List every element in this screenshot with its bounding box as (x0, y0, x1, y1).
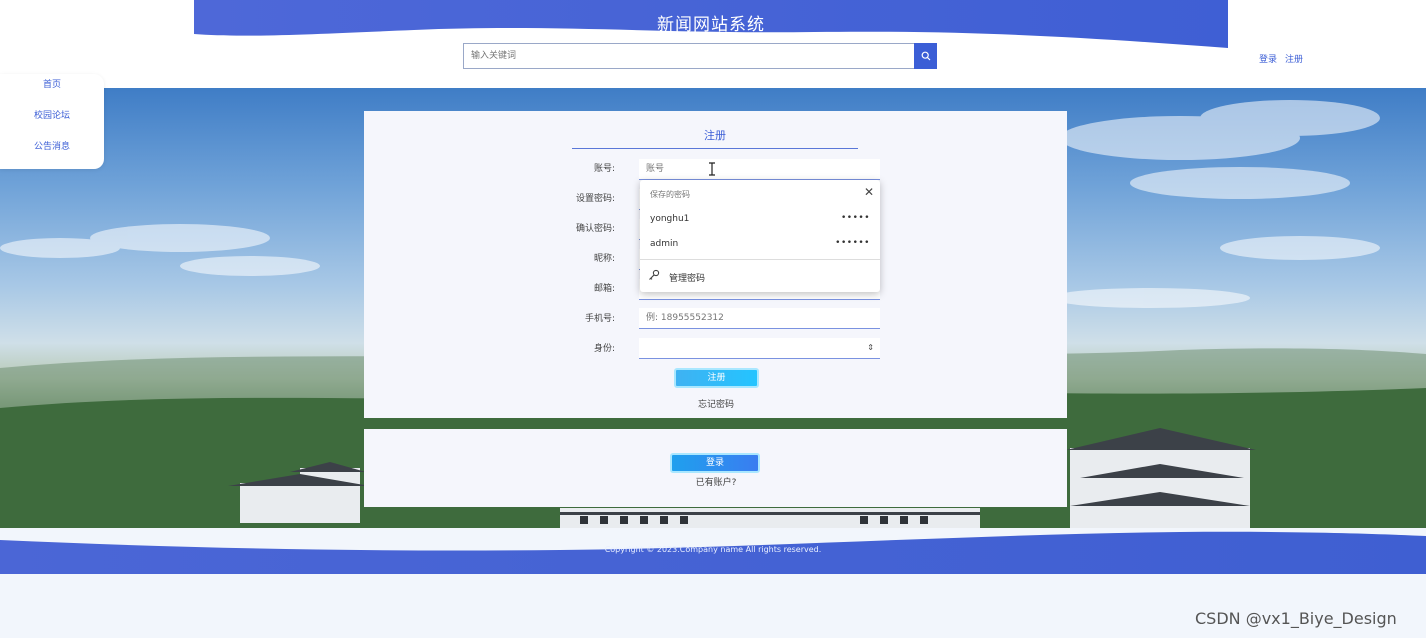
close-icon[interactable]: ✕ (864, 185, 874, 199)
nav-item-forum[interactable]: 校园论坛 (0, 105, 104, 136)
role-label: 身份: (593, 344, 615, 354)
account-label: 账号: (593, 164, 615, 174)
select-caret-icon: ⇕ (867, 343, 874, 352)
saved-username: admin (650, 239, 679, 249)
register-button[interactable]: 注册 (674, 368, 759, 388)
site-title: 新闻网站系统 (657, 15, 765, 35)
copyright-text: Copyright © 2023.Company name All rights… (604, 545, 822, 554)
site-footer: Copyright © 2023.Company name All rights… (0, 526, 1426, 574)
email-label: 邮箱: (593, 284, 615, 294)
saved-credential-row[interactable]: admin •••••• (640, 233, 880, 257)
masked-password: •••••• (835, 238, 870, 248)
top-auth-links: 登录 注册 (1259, 52, 1311, 65)
search-bar (463, 43, 937, 69)
side-navigation: 首页 校园论坛 公告消息 (0, 74, 104, 169)
watermark: CSDN @vx1_Biye_Design (1195, 609, 1397, 628)
saved-passwords-dropdown: 保存的密码 ✕ yonghu1 ••••• admin •••••• 管理密码 (640, 180, 880, 292)
account-input[interactable] (639, 159, 880, 180)
manage-passwords-label: 管理密码 (669, 274, 706, 284)
search-icon (921, 51, 930, 61)
nav-item-home[interactable]: 首页 (0, 74, 104, 105)
saved-credential-row[interactable]: yonghu1 ••••• (640, 208, 880, 232)
manage-passwords-item[interactable]: 管理密码 (640, 264, 880, 288)
nav-item-announcements[interactable]: 公告消息 (0, 136, 104, 167)
masked-password: ••••• (840, 213, 870, 223)
saved-passwords-header: 保存的密码 (650, 190, 690, 199)
saved-username: yonghu1 (650, 214, 690, 224)
has-account-link[interactable]: 已有账户? (666, 475, 766, 488)
nickname-label: 昵称: (593, 254, 615, 264)
key-icon (649, 269, 660, 280)
search-input[interactable] (463, 43, 915, 69)
title-underline (572, 148, 858, 149)
dropdown-divider (640, 259, 880, 260)
register-title: 注册 (704, 129, 726, 142)
login-card: 登录 已有账户? (364, 429, 1067, 507)
role-select[interactable]: ⇕ (639, 338, 880, 359)
top-register-link[interactable]: 注册 (1285, 55, 1303, 65)
search-button[interactable] (914, 43, 937, 69)
login-button[interactable]: 登录 (670, 453, 760, 473)
top-login-link[interactable]: 登录 (1259, 55, 1277, 65)
password-label: 设置密码: (575, 194, 615, 204)
phone-label: 手机号: (584, 314, 615, 324)
phone-input[interactable] (639, 308, 880, 329)
text-cursor-icon (709, 162, 715, 176)
confirm-password-label: 确认密码: (575, 224, 615, 234)
forgot-password-link[interactable]: 忘记密码 (666, 397, 766, 410)
site-header: 新闻网站系统 登录注册 (0, 0, 1426, 88)
